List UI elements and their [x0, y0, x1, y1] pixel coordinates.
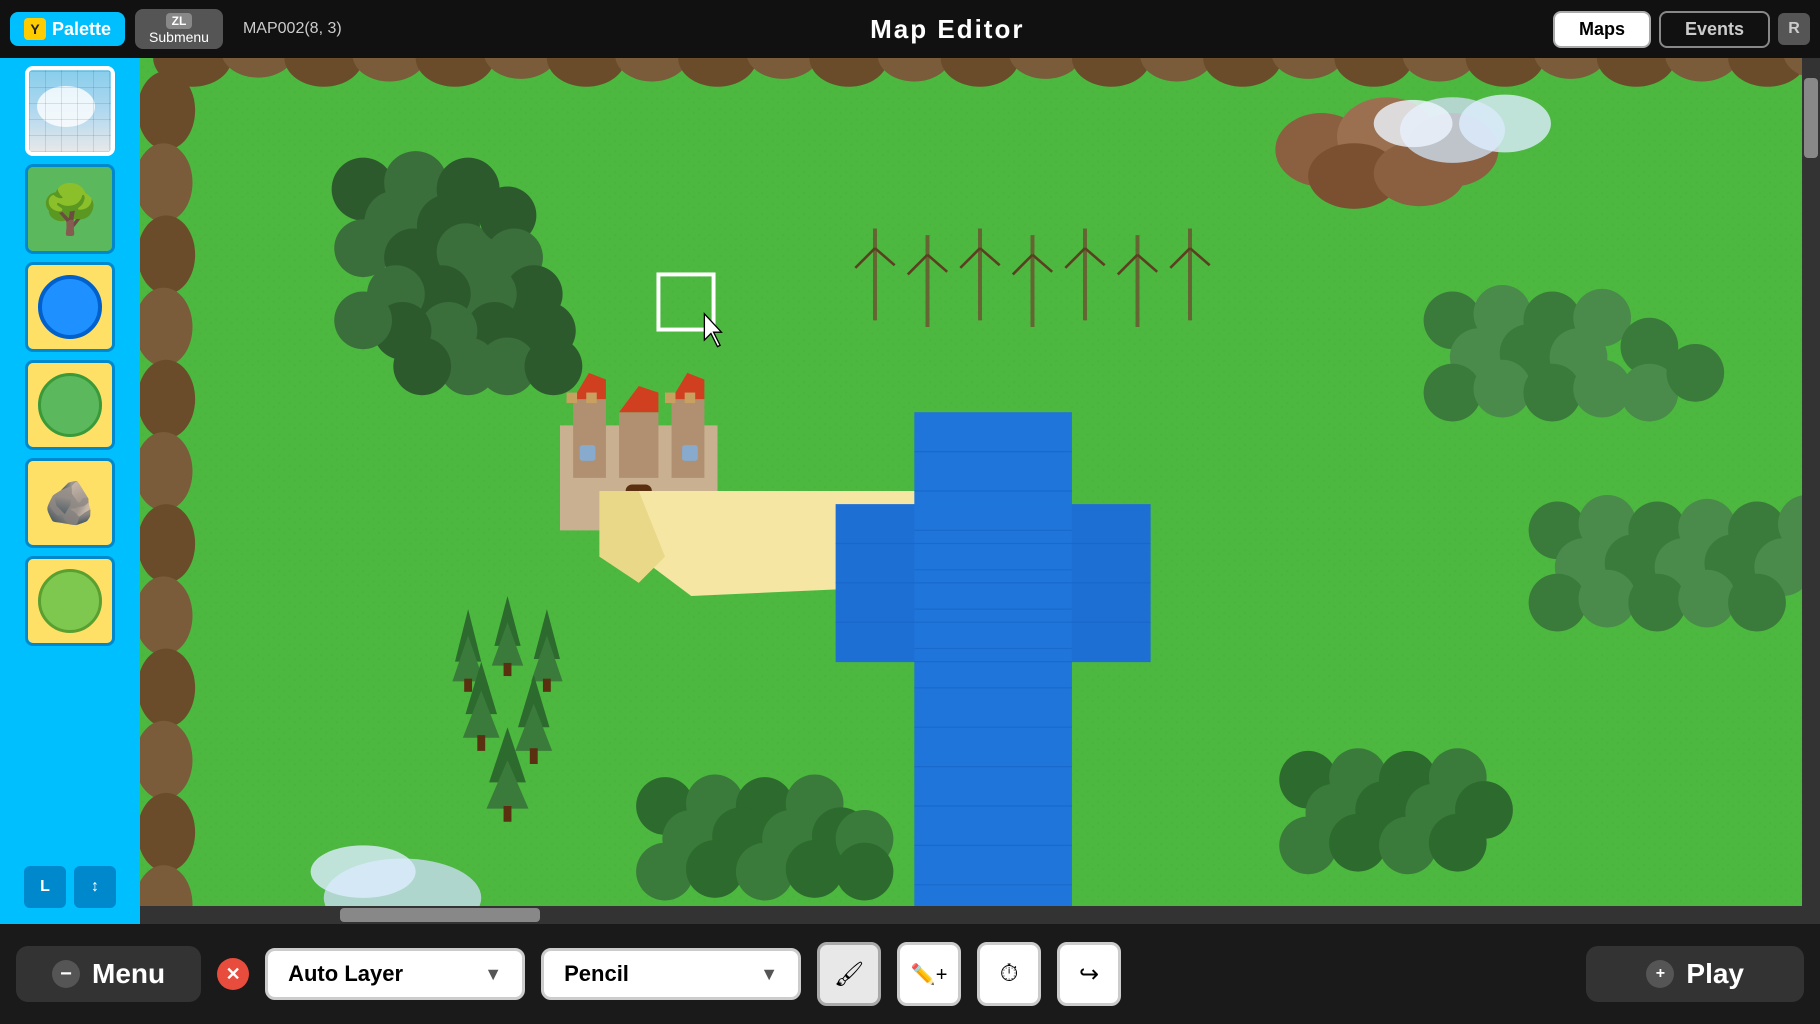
layers-icon: L	[40, 878, 50, 896]
palette-tile-tree[interactable]: 🌳	[25, 164, 115, 254]
maps-button[interactable]: Maps	[1553, 11, 1651, 48]
layer-dropdown[interactable]: Auto Layer ▼	[265, 948, 525, 1000]
tree-tile-preview: 🌳	[28, 167, 112, 251]
play-plus-icon: +	[1646, 960, 1674, 988]
palette-sidebar: 🌳 🪨 L	[0, 58, 140, 924]
submenu-button[interactable]: ZL Submenu	[135, 9, 223, 49]
palette-tile-grass[interactable]	[25, 360, 115, 450]
map-svg	[140, 58, 1820, 924]
arrows-button[interactable]: ↕	[74, 866, 116, 908]
map-canvas-area[interactable]	[140, 58, 1820, 924]
timer-tool-button[interactable]: ⏱	[977, 942, 1041, 1006]
sidebar-bottom: L ↕	[24, 866, 116, 916]
palette-tile-rock[interactable]: 🪨	[25, 458, 115, 548]
tool-dropdown-label: Pencil	[564, 961, 629, 987]
pencil-plus-tool-button[interactable]: ✏️+	[897, 942, 961, 1006]
top-bar: Y Palette ZL Submenu MAP002(8, 3) Map Ed…	[0, 0, 1820, 58]
paint-tool-button[interactable]: 🖌	[817, 942, 881, 1006]
submenu-label: Submenu	[149, 29, 209, 45]
y-badge: Y	[24, 18, 46, 40]
bottom-bar: − Menu ✕ Auto Layer ▼ Pencil ▼ 🖌 ✏️+ ⏱ ↪…	[0, 924, 1820, 1024]
top-bar-center: Map Editor	[342, 14, 1553, 45]
rock-tile-preview: 🪨	[28, 461, 112, 545]
r-badge: R	[1778, 13, 1810, 45]
palette-tile-water[interactable]	[25, 262, 115, 352]
pencil-plus-icon: ✏️+	[911, 962, 948, 987]
tool-dropdown[interactable]: Pencil ▼	[541, 948, 801, 1000]
water-tile-preview	[28, 265, 112, 349]
green2-tile-preview	[28, 559, 112, 643]
undo-icon: ↪	[1079, 960, 1099, 989]
sky-tile-preview	[29, 70, 111, 152]
top-bar-left: Y Palette ZL Submenu MAP002(8, 3)	[10, 9, 342, 49]
menu-label: Menu	[92, 958, 165, 990]
main-area: 🌳 🪨 L	[0, 58, 1820, 924]
layer-dropdown-arrow: ▼	[484, 964, 502, 985]
grass-tile-preview	[28, 363, 112, 447]
layers-button[interactable]: L	[24, 866, 66, 908]
scrollbar-horizontal-thumb[interactable]	[340, 908, 540, 922]
scrollbar-horizontal[interactable]	[140, 906, 1802, 924]
layer-dropdown-label: Auto Layer	[288, 961, 403, 987]
scrollbar-vertical[interactable]	[1802, 58, 1820, 924]
arrows-icon: ↕	[91, 878, 99, 896]
minus-icon: −	[52, 960, 80, 988]
undo-tool-button[interactable]: ↪	[1057, 942, 1121, 1006]
map-canvas[interactable]	[140, 58, 1820, 924]
palette-label: Palette	[52, 19, 111, 40]
water-circle	[38, 275, 102, 339]
top-bar-right: Maps Events R	[1553, 11, 1810, 48]
events-button[interactable]: Events	[1659, 11, 1770, 48]
grass-circle	[38, 373, 102, 437]
scrollbar-vertical-thumb[interactable]	[1804, 78, 1818, 158]
play-label: Play	[1686, 958, 1744, 990]
palette-tile-sky[interactable]	[25, 66, 115, 156]
map-coordinates: MAP002(8, 3)	[243, 20, 342, 38]
x-badge: ✕	[217, 958, 249, 990]
paint-icon: 🖌	[834, 960, 864, 989]
tool-dropdown-arrow: ▼	[760, 964, 778, 985]
zl-badge: ZL	[166, 13, 193, 29]
palette-tile-green2[interactable]	[25, 556, 115, 646]
palette-button[interactable]: Y Palette	[10, 12, 125, 46]
timer-icon: ⏱	[1000, 960, 1019, 988]
green2-circle	[38, 569, 102, 633]
play-button[interactable]: + Play	[1586, 946, 1804, 1002]
menu-button[interactable]: − Menu	[16, 946, 201, 1002]
page-title: Map Editor	[870, 14, 1024, 45]
